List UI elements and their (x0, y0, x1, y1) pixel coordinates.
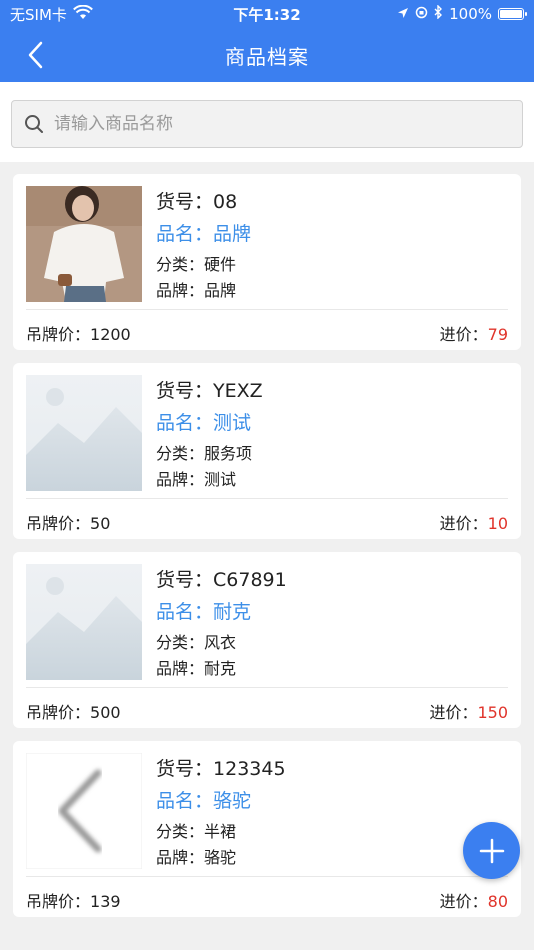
cost-price: 进价：79 (439, 325, 508, 344)
page-title: 商品档案 (225, 44, 309, 69)
product-card[interactable]: 货号：YEXZ 品名：测试 分类：服务项 品牌：测试 吊牌价：50 进价：10 (13, 363, 521, 539)
chevron-left-icon (28, 41, 43, 69)
search-box[interactable] (11, 100, 523, 148)
product-card[interactable]: 货号：C67891 品名：耐克 分类：风衣 品牌：耐克 吊牌价：500 进价：1… (13, 552, 521, 728)
image-placeholder-icon (26, 564, 142, 680)
product-code: 货号：YEXZ (156, 380, 263, 402)
navbar: 商品档案 (0, 28, 534, 82)
tag-price: 吊牌价：500 (26, 703, 121, 722)
product-list: 货号：08 品名：品牌 分类：硬件 品牌：品牌 吊牌价：1200 进价：79 货… (0, 162, 534, 917)
product-code: 货号：C67891 (156, 569, 287, 591)
product-brand: 品牌：耐克 (156, 659, 237, 678)
bluetooth-icon (434, 4, 443, 23)
location-icon (397, 5, 409, 23)
blurred-chevron-icon (26, 753, 142, 869)
search-bar (0, 82, 534, 162)
product-name: 品名：测试 (156, 412, 252, 434)
battery-icon (498, 8, 527, 20)
battery-percent: 100% (449, 5, 492, 23)
product-code: 货号：123345 (156, 758, 286, 780)
wifi-icon (72, 4, 93, 24)
status-bar: 无SIM卡 下午1:32 100% (0, 0, 534, 28)
tag-price: 吊牌价：1200 (26, 325, 131, 344)
product-code: 货号：08 (156, 191, 238, 213)
search-input[interactable] (52, 113, 510, 135)
product-name: 品名：品牌 (156, 223, 252, 245)
product-name: 品名：耐克 (156, 601, 252, 623)
product-card[interactable]: 货号：123345 品名：骆驼 分类：半裙 品牌：骆驼 吊牌价：139 进价：8… (13, 741, 521, 917)
product-category: 分类：风衣 (156, 633, 237, 652)
carrier-label: 无SIM卡 (10, 5, 67, 24)
cost-price: 进价：150 (429, 703, 508, 722)
product-category: 分类：服务项 (156, 444, 253, 463)
cost-price: 进价：80 (439, 892, 508, 911)
tag-price: 吊牌价：139 (26, 892, 121, 911)
back-button[interactable] (20, 40, 50, 70)
product-category: 分类：硬件 (156, 255, 237, 274)
product-brand: 品牌：品牌 (156, 281, 237, 300)
product-photo (26, 186, 142, 302)
battery-level (500, 10, 522, 18)
add-product-button[interactable] (463, 822, 520, 879)
product-card[interactable]: 货号：08 品名：品牌 分类：硬件 品牌：品牌 吊牌价：1200 进价：79 (13, 174, 521, 350)
search-icon (25, 115, 43, 133)
orientation-lock-icon (415, 5, 428, 23)
header: 无SIM卡 下午1:32 100% 商品档案 (0, 0, 534, 82)
product-category: 分类：半裙 (156, 822, 237, 841)
plus-icon (479, 838, 504, 863)
cost-price: 进价：10 (439, 514, 508, 533)
product-brand: 品牌：测试 (156, 470, 237, 489)
product-name: 品名：骆驼 (156, 790, 252, 812)
tag-price: 吊牌价：50 (26, 514, 111, 533)
product-brand: 品牌：骆驼 (156, 848, 237, 867)
image-placeholder-icon (26, 375, 142, 491)
